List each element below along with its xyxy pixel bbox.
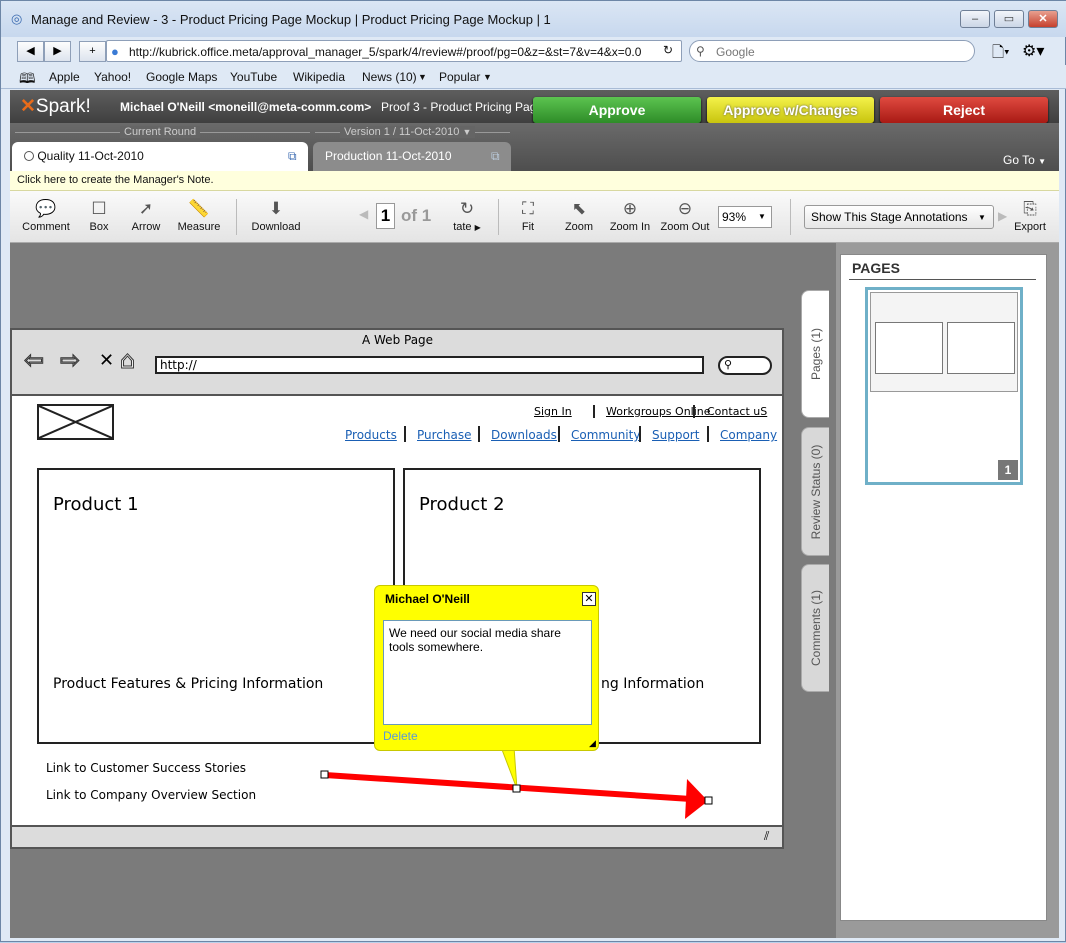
comment-popup: Michael O'Neill ✕ We need our social med… bbox=[374, 585, 599, 751]
arrow-handle-start[interactable] bbox=[320, 770, 329, 779]
comment-pointer bbox=[500, 746, 518, 790]
delete-comment-link[interactable]: Delete bbox=[383, 729, 418, 743]
arrow-annotation-shaft[interactable] bbox=[324, 772, 692, 802]
arrow-handle-end[interactable] bbox=[704, 796, 713, 805]
arrow-handle-mid[interactable] bbox=[512, 784, 521, 793]
resize-grip-icon[interactable]: ◢ bbox=[589, 738, 596, 749]
comment-text[interactable]: We need our social media share tools som… bbox=[383, 620, 592, 725]
annotation-layer bbox=[320, 746, 713, 819]
browser-window: ◎ Manage and Review - 3 - Product Pricin… bbox=[0, 0, 1066, 942]
comment-author: Michael O'Neill bbox=[385, 592, 470, 606]
close-icon[interactable]: ✕ bbox=[582, 592, 596, 606]
